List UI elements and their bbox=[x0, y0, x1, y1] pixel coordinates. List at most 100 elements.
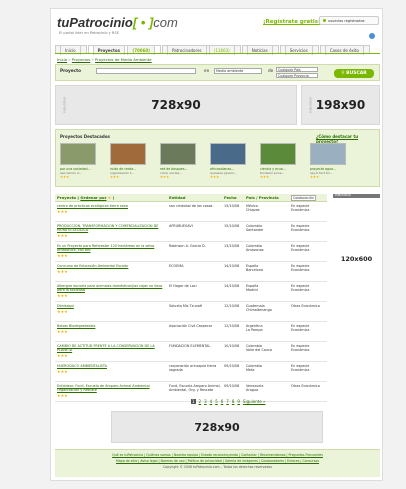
cell-country: Colombia Amazonas bbox=[246, 244, 291, 259]
category-select[interactable]: Medio ambiente bbox=[214, 68, 262, 74]
featured-thumbnail[interactable] bbox=[210, 143, 246, 165]
table-row: centro de prácticas ecológicas tierra sa… bbox=[55, 202, 327, 222]
pagination: 1 2 3 4 5 6 7 8 9 Siguiente » bbox=[191, 399, 269, 404]
footer-link-row-2[interactable]: Mapa de sitio | Aviso legal | Normas de … bbox=[116, 459, 319, 463]
featured-item[interactable]: proyecto agua... asy-ti fact tol... ★★★ bbox=[310, 143, 352, 179]
page-number[interactable]: 8 bbox=[232, 399, 235, 404]
header-status[interactable]: Colaboración bbox=[291, 195, 327, 201]
cell-country: España Barcelona bbox=[246, 264, 291, 279]
header-date[interactable]: Fecha bbox=[224, 195, 246, 200]
country-select[interactable]: Cualquier País bbox=[276, 67, 318, 72]
en-label: en bbox=[204, 68, 210, 73]
featured-item[interactable]: por una sociedad... asociación cr... ★★★ bbox=[60, 143, 102, 179]
header-project-label: Proyecto bbox=[57, 195, 76, 200]
cell-entity: Fund. Escuela Amparo Animal, Ambiental, … bbox=[169, 384, 221, 392]
register-link[interactable]: ¡Regístrate gratis! bbox=[263, 19, 321, 25]
ad-bottom-size: 728x90 bbox=[194, 420, 240, 434]
sort-link[interactable]: Ordenar por bbox=[80, 195, 106, 200]
project-title-link[interactable]: Enfoldear: Fund. Escuela de Amparo Anima… bbox=[57, 384, 169, 392]
project-title-link[interactable]: HUERODUCO AMBIENTALISTA bbox=[57, 364, 169, 368]
featured-item[interactable]: ruido de cerda... organización t... ★★★ bbox=[110, 143, 152, 179]
ad-banner-bottom[interactable]: 728x90 bbox=[111, 411, 323, 443]
breadcrumb-proyectos[interactable]: Proyectos bbox=[72, 57, 90, 62]
nav-tab-4[interactable]: Servicios bbox=[279, 45, 319, 55]
cell-entity: Saluxtq Mis Tzunafi bbox=[169, 304, 202, 308]
cell-project: CAMBIO DE ACTITUD FRENTE A LA CONSERVACI… bbox=[55, 344, 169, 359]
cell-project: HUERODUCO AMBIENTALISTA ★★★ bbox=[55, 364, 169, 379]
nav-tab-1[interactable]: Proyectos (70060) bbox=[87, 45, 161, 55]
search-filter-bar: Proyecto en Medio ambiente de Cualquier … bbox=[55, 64, 380, 81]
featured-title: Proyectos Destacados bbox=[60, 134, 110, 139]
ad-tag: PUBLICIDAD bbox=[63, 97, 67, 113]
ad-banner-right[interactable]: PUBLICIDAD 198x90 bbox=[301, 85, 380, 125]
page-number[interactable]: 2 bbox=[199, 399, 202, 404]
cell-status: En especie Económica bbox=[291, 284, 310, 292]
header-country[interactable]: País / Provincia bbox=[246, 195, 291, 200]
rss-icon[interactable] bbox=[369, 33, 375, 39]
featured-thumbnail[interactable] bbox=[110, 143, 146, 165]
footer: Qué es tuPatrocinio | Quiénes somos | Nu… bbox=[55, 449, 380, 477]
featured-item[interactable]: ciencia y ecua... fundació priva... ★★★ bbox=[260, 143, 302, 179]
ad-banner-top[interactable]: PUBLICIDAD 728x90 bbox=[55, 85, 297, 125]
cell-project: Es un Proyecto para Reforestar 120 hectá… bbox=[55, 244, 169, 259]
project-title-link[interactable]: Es un Proyecto para Reforestar 120 hectá… bbox=[57, 244, 169, 252]
breadcrumb-current[interactable]: Proyectos de Medio Ambiente bbox=[95, 57, 152, 62]
nav-tab-2[interactable]: Patrocinadores (11663) bbox=[161, 45, 241, 55]
project-title-link[interactable]: Concurso de Educación Ambiental Escolar bbox=[57, 264, 169, 268]
cell-status: En especie Económica bbox=[291, 244, 310, 252]
featured-thumbnail[interactable] bbox=[160, 143, 196, 165]
breadcrumb-inicio[interactable]: Inicio bbox=[57, 57, 67, 62]
province-select[interactable]: Cualquier Provincia bbox=[276, 73, 318, 78]
cell-date: 13/10/08 bbox=[224, 244, 240, 248]
users-label: usuarios registrados bbox=[328, 19, 365, 23]
cell-country: México Chiapas bbox=[246, 204, 291, 219]
table-row: Dimisaqui ★★★ Saluxtq Mis Tzunafi 12/10/08 G… bbox=[55, 302, 327, 322]
page-number[interactable]: 9 bbox=[237, 399, 240, 404]
project-rating-stars: ★★★ bbox=[57, 353, 68, 358]
cell-project: Enfoldear: Fund. Escuela de Amparo Anima… bbox=[55, 384, 169, 399]
nav-tab-5[interactable]: Casos de éxito bbox=[319, 45, 370, 55]
featured-item[interactable]: red de bosques... como ola bla... ★★★ bbox=[160, 143, 202, 179]
featured-item[interactable]: africasolanas... quiosera (quam... ★★★ bbox=[210, 143, 252, 179]
project-title-link[interactable]: CAMBIO DE ACTITUD FRENTE A LA CONSERVACI… bbox=[57, 344, 169, 352]
project-title-link[interactable]: Bolsas Biodegradables bbox=[57, 324, 169, 328]
footer-links-1[interactable]: Qué es tuPatrocinio | Quiénes somos | Nu… bbox=[55, 453, 380, 457]
featured-thumbnail[interactable] bbox=[260, 143, 296, 165]
page-number[interactable]: 6 bbox=[221, 399, 224, 404]
project-title-link[interactable]: PRODUCCION, TRANSFORMACION Y COMERCIALIZ… bbox=[57, 224, 169, 232]
search-button-label: BUSCAR bbox=[346, 71, 367, 76]
featured-projects: Proyectos Destacados ¿Cómo destacar tu p… bbox=[55, 129, 380, 187]
nav-tab-0[interactable]: Inicio bbox=[55, 45, 87, 55]
footer-links-2[interactable]: Mapa de sitio | Aviso legal | Normas de … bbox=[55, 459, 380, 463]
project-title-link[interactable]: centro de prácticas ecológicas tierra sa… bbox=[57, 204, 169, 208]
header-entity[interactable]: Entidad bbox=[169, 195, 224, 200]
cell-status: Otras Económica bbox=[291, 304, 320, 308]
logo-bracket-icon: [ • ] bbox=[132, 15, 154, 30]
copyright: Copyright © 2008 tuPatrocinio.com – Todo… bbox=[163, 465, 272, 469]
project-search-input[interactable] bbox=[96, 68, 196, 74]
page-number[interactable]: 7 bbox=[226, 399, 229, 404]
table-row: Concurso de Educación Ambiental Escolar ★… bbox=[55, 262, 327, 282]
page-number[interactable]: 3 bbox=[204, 399, 207, 404]
featured-thumbnail[interactable] bbox=[60, 143, 96, 165]
footer-link-row-1[interactable]: Qué es tuPatrocinio | Quiénes somos | Nu… bbox=[112, 453, 323, 457]
nav-tab-3[interactable]: Noticias bbox=[241, 45, 279, 55]
cell-project: PRODUCCION, TRANSFORMACION Y COMERCIALIZ… bbox=[55, 224, 169, 239]
page-number[interactable]: 4 bbox=[210, 399, 213, 404]
status-select[interactable]: Colaboración bbox=[291, 195, 316, 201]
featured-thumbnail[interactable] bbox=[310, 143, 346, 165]
ad-banner-side[interactable]: 120x600 bbox=[333, 199, 380, 319]
project-title-link[interactable]: Dimisaqui bbox=[57, 304, 169, 308]
next-page-link[interactable]: Siguiente » bbox=[243, 399, 266, 404]
project-rating-stars: ★★★ bbox=[57, 309, 68, 314]
site-logo[interactable]: tuPatrocinio[ • ]com bbox=[57, 15, 178, 30]
cell-province-name: Amazonas bbox=[246, 248, 264, 252]
page-number[interactable]: 5 bbox=[215, 399, 218, 404]
tagline: El portal líder en Patrocinio y RSE bbox=[59, 31, 119, 35]
table-row: Bolsas Biodegradables ★★★ Asociación Civil… bbox=[55, 322, 327, 342]
table-row: CAMBIO DE ACTITUD FRENTE A LA CONSERVACI… bbox=[55, 342, 327, 362]
cell-project: Bolsas Biodegradables ★★★ bbox=[55, 324, 169, 339]
search-button[interactable]: ⚲ BUSCAR bbox=[334, 69, 374, 78]
page-number[interactable]: 1 bbox=[191, 399, 196, 404]
project-title-link[interactable]: Albergue escuela para animales doméstico… bbox=[57, 284, 169, 292]
